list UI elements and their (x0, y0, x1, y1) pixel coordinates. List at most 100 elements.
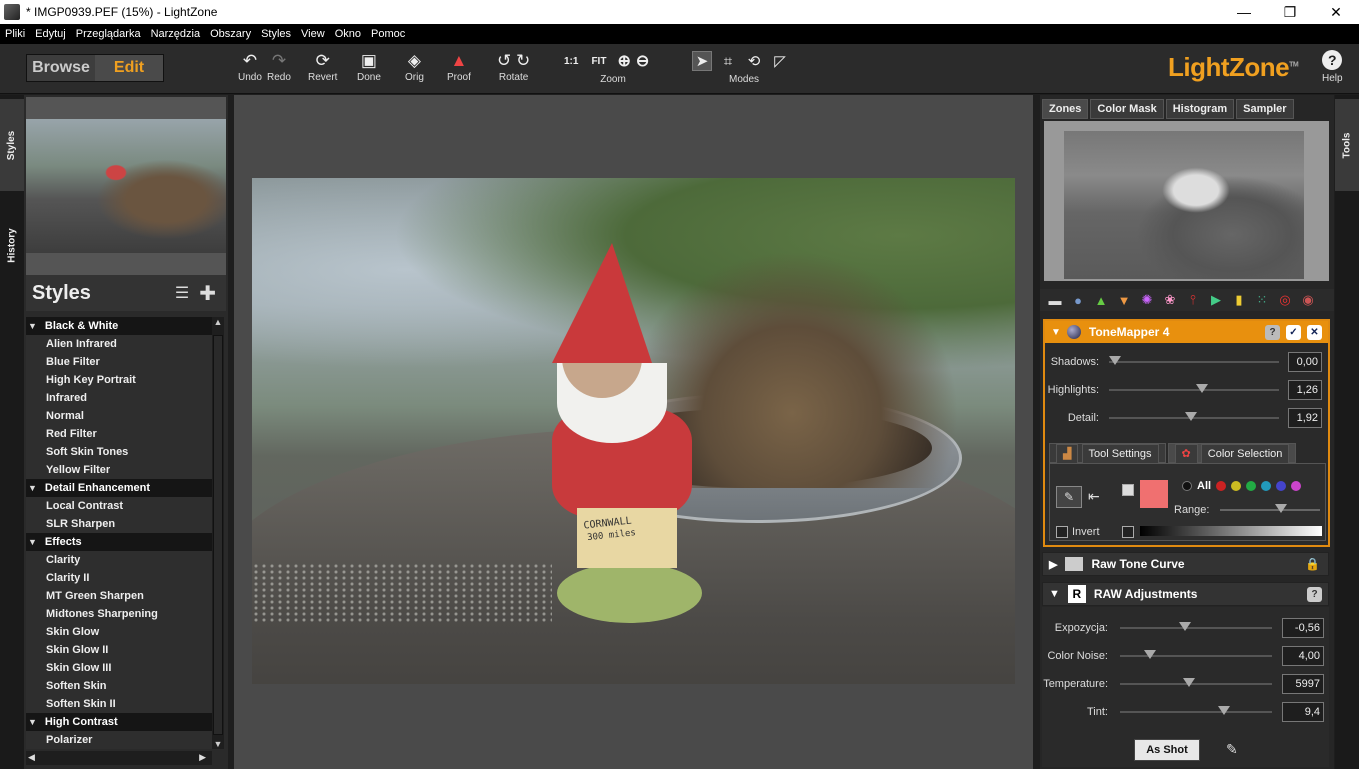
style-item[interactable]: Normal (26, 407, 212, 425)
zoom-fit-button[interactable]: FIT (591, 56, 606, 67)
raw-adjustments-header[interactable]: ▼ R RAW Adjustments ? (1042, 582, 1329, 606)
style-item[interactable]: Infrared (26, 389, 212, 407)
menu-pomoc[interactable]: Pomoc (366, 28, 410, 40)
tab-sampler[interactable]: Sampler (1236, 99, 1294, 119)
style-item[interactable]: Alien Infrared (26, 335, 212, 353)
red-dot[interactable] (1216, 481, 1227, 491)
style-item[interactable]: Polarizer (26, 731, 212, 749)
slider-value-field[interactable]: -0,56 (1282, 618, 1324, 638)
white-balance-eyedropper-icon[interactable]: ✎ (1226, 741, 1238, 758)
styles-hscrollbar[interactable]: ◀ ▶ (26, 751, 212, 765)
zoom-out-icon[interactable]: ⊖ (636, 51, 649, 71)
undo-button[interactable]: ↶ Undo (238, 50, 262, 83)
zone-mapper-icon[interactable]: ▲ (1092, 291, 1110, 309)
expand-icon[interactable]: ▶ (1049, 558, 1057, 571)
style-item[interactable]: MT Green Sharpen (26, 587, 212, 605)
orig-button[interactable]: ◈ Orig (405, 50, 424, 83)
all-colors-dot[interactable] (1182, 481, 1192, 491)
as-shot-button[interactable]: As Shot (1134, 739, 1200, 761)
slider-value-field[interactable]: 0,00 (1288, 352, 1322, 372)
luminosity-checkbox[interactable] (1122, 526, 1134, 541)
tab-color-selection[interactable]: ✿ Color Selection (1167, 443, 1297, 464)
blue-dot[interactable] (1276, 481, 1287, 491)
style-group-header[interactable]: ▼ Black & White (26, 317, 212, 335)
slider-track[interactable] (1120, 622, 1272, 631)
magenta-dot[interactable] (1291, 481, 1302, 491)
edit-mode-button[interactable]: Edit (95, 55, 163, 81)
style-item[interactable]: Skin Glow II (26, 641, 212, 659)
tab-history[interactable]: History (0, 195, 24, 295)
slider-value-field[interactable]: 4,00 (1282, 646, 1324, 666)
tonemapper-help-icon[interactable]: ? (1265, 324, 1280, 340)
group-collapse-icon[interactable]: ▼ (28, 321, 37, 331)
curves-icon[interactable]: ▼ (1115, 291, 1133, 309)
scroll-down-icon[interactable]: ▼ (212, 739, 224, 749)
style-item[interactable]: Red Filter (26, 425, 212, 443)
green-dot[interactable] (1246, 481, 1257, 491)
zoom-1to1-button[interactable]: 1:1 (564, 56, 578, 67)
color-swatch[interactable] (1140, 480, 1168, 508)
done-button[interactable]: ▣ Done (357, 50, 381, 83)
minimize-button[interactable]: — (1221, 0, 1267, 24)
tab-zones[interactable]: Zones (1042, 99, 1089, 119)
style-item[interactable]: SLR Sharpen (26, 515, 212, 533)
close-window-button[interactable]: ✕ (1313, 0, 1359, 24)
scroll-right-icon[interactable]: ▶ (199, 752, 206, 763)
menu-narzedzia[interactable]: Narzędzia (146, 28, 206, 40)
luminosity-gradient[interactable] (1140, 526, 1322, 536)
reset-arrow-icon[interactable]: ⇤ (1088, 488, 1100, 505)
browse-mode-button[interactable]: Browse (27, 55, 95, 81)
style-item[interactable]: Soft Skin Tones (26, 443, 212, 461)
menu-pliki[interactable]: Pliki (0, 28, 30, 40)
hue-icon[interactable]: ❀ (1161, 291, 1179, 309)
style-group-header[interactable]: ▼ Effects (26, 533, 212, 551)
slider-value-field[interactable]: 9,4 (1282, 702, 1324, 722)
style-group-header[interactable]: ▼ High Contrast (26, 713, 212, 731)
thermometer-icon[interactable]: ⫯ (1184, 291, 1202, 309)
slider-knob[interactable] (1218, 706, 1230, 715)
target-icon[interactable]: ◎ (1276, 291, 1294, 309)
channel-mixer-icon[interactable]: ▶ (1207, 291, 1225, 309)
slider-track[interactable] (1109, 356, 1279, 365)
styles-scrollbar[interactable]: ▲ ▼ (212, 317, 224, 749)
arrow-pointer-icon[interactable]: ➤ (692, 51, 712, 71)
collapse-icon[interactable]: ▼ (1051, 327, 1061, 338)
remove-tool-icon[interactable]: ✕ (1307, 324, 1322, 340)
revert-button[interactable]: ⟳ Revert (308, 50, 337, 83)
group-collapse-icon[interactable]: ▼ (28, 537, 37, 547)
slider-knob[interactable] (1143, 650, 1156, 659)
slider-knob[interactable] (1109, 356, 1121, 365)
tab-styles[interactable]: Styles (0, 99, 24, 191)
layer-icon[interactable]: ▬ (1046, 291, 1064, 309)
slider-value-field[interactable]: 5997 (1282, 674, 1324, 694)
group-collapse-icon[interactable]: ▼ (28, 483, 37, 493)
zoom-in-icon[interactable]: ⊕ (617, 51, 630, 71)
slider-value-field[interactable]: 1,26 (1288, 380, 1322, 400)
cyan-dot[interactable] (1261, 481, 1272, 491)
menu-przegladarka[interactable]: Przeglądarka (71, 28, 146, 40)
style-item[interactable]: Skin Glow (26, 623, 212, 641)
tab-color-mask[interactable]: Color Mask (1090, 99, 1164, 119)
tab-tool-settings[interactable]: ▟ Tool Settings (1049, 443, 1166, 464)
style-item[interactable]: Clarity II (26, 569, 212, 587)
red-eye-icon[interactable]: ◉ (1299, 291, 1317, 309)
image-canvas[interactable]: CORNWALL 300 miles (234, 95, 1033, 769)
scroll-left-icon[interactable]: ◀ (28, 752, 35, 763)
yellow-dot[interactable] (1231, 481, 1242, 491)
slider-track[interactable] (1120, 650, 1272, 659)
tonemapper-header[interactable]: ▼ ToneMapper 4 ? ✓ ✕ (1045, 321, 1328, 343)
tonemapper-icon[interactable]: ● (1069, 291, 1087, 309)
slider-value-field[interactable]: 1,92 (1288, 408, 1322, 428)
style-item[interactable]: Blue Filter (26, 353, 212, 371)
style-item[interactable]: Midtones Sharpening (26, 605, 212, 623)
style-item[interactable]: Yellow Filter (26, 461, 212, 479)
slider-track[interactable] (1120, 706, 1272, 715)
crop-icon[interactable]: ⌗ (718, 51, 738, 71)
help-button[interactable]: ? Help (1322, 50, 1343, 84)
color-select-checkbox[interactable] (1122, 484, 1134, 499)
style-item[interactable]: Local Contrast (26, 497, 212, 515)
style-item[interactable]: High Key Portrait (26, 371, 212, 389)
menu-styles[interactable]: Styles (256, 28, 296, 40)
enable-checkbox-icon[interactable]: ✓ (1286, 324, 1301, 340)
range-slider[interactable] (1220, 504, 1320, 513)
